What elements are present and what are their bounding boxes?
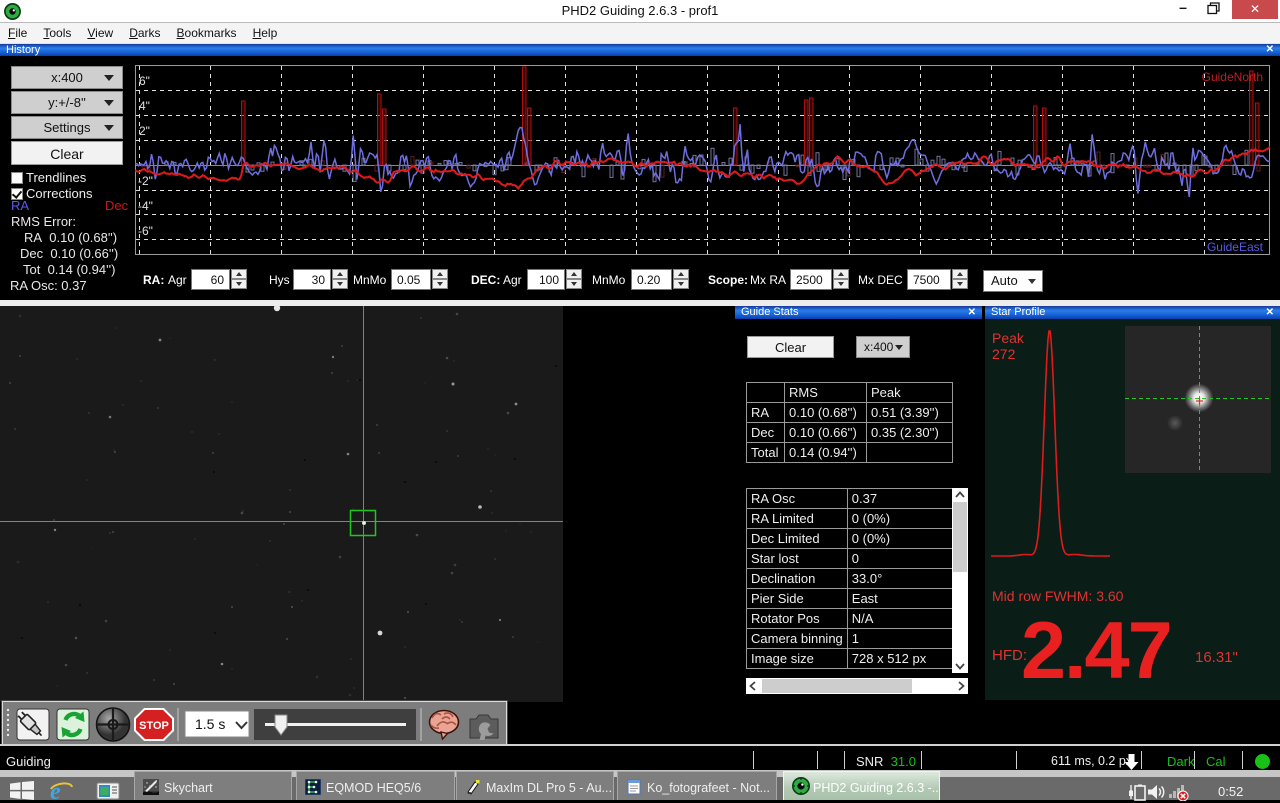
svg-text:STOP: STOP bbox=[139, 720, 169, 732]
svg-text:1.5 s: 1.5 s bbox=[195, 716, 225, 732]
svg-text:Mid row FWHM: 3.60: Mid row FWHM: 3.60 bbox=[992, 588, 1124, 604]
svg-text:272: 272 bbox=[992, 346, 1016, 362]
svg-text:16.31": 16.31" bbox=[1195, 649, 1238, 666]
svg-text:2.47: 2.47 bbox=[1021, 606, 1171, 696]
svg-text:e: e bbox=[50, 779, 61, 803]
svg-text:Peak: Peak bbox=[992, 330, 1025, 346]
